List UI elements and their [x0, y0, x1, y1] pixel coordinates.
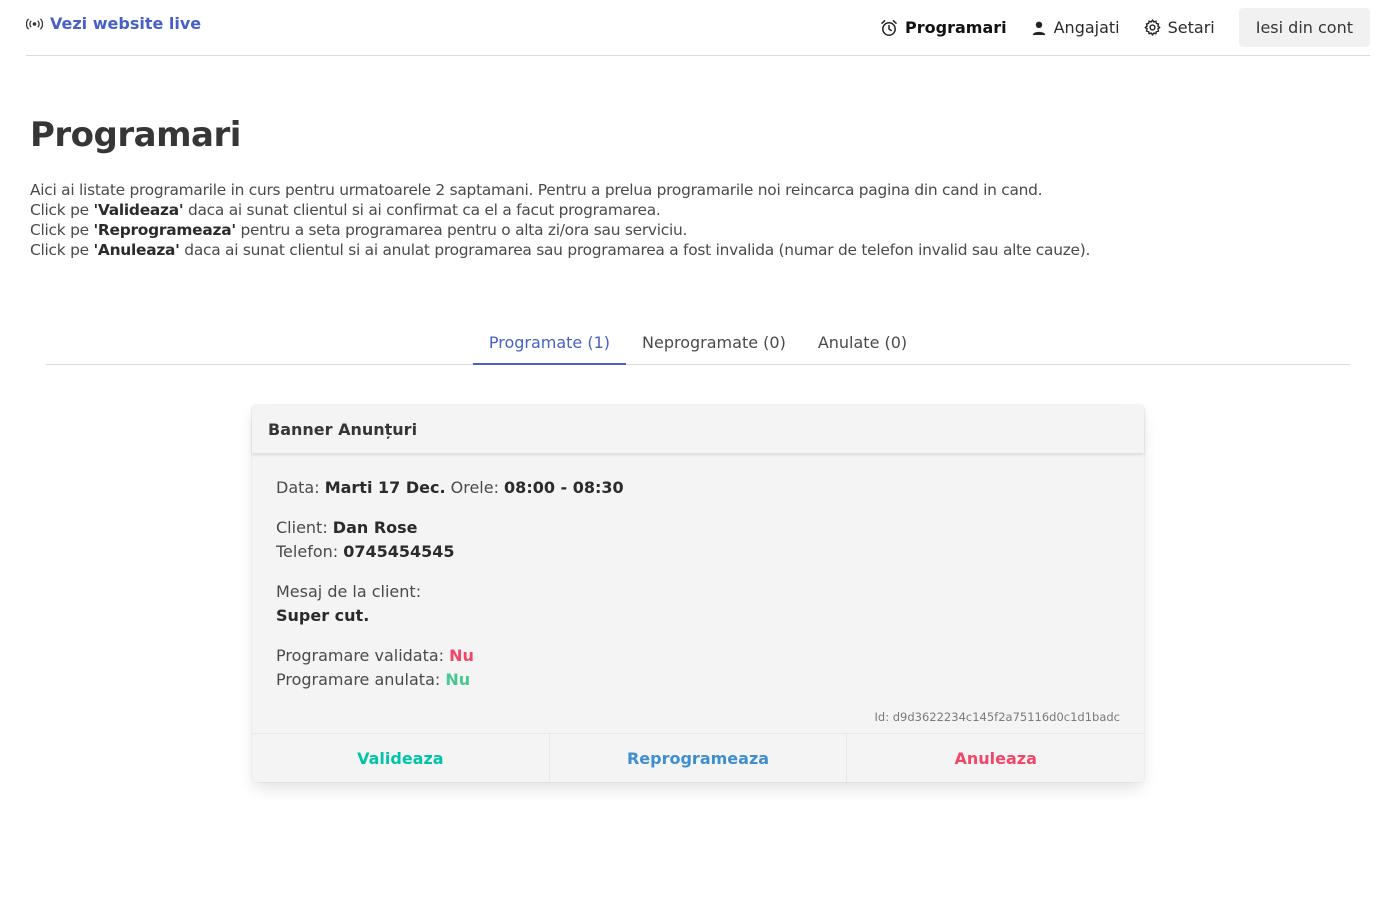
cancelled-row: Programare anulata: Nu [276, 668, 1120, 692]
status-info: Programare validata: Nu Programare anula… [276, 644, 1120, 692]
client-row: Client: Dan Rose [276, 516, 1120, 540]
message-info: Mesaj de la client: Super cut. [276, 580, 1120, 628]
live-website-link[interactable]: Vezi website live [26, 14, 201, 33]
intro-text: Aici ai listate programarile in curs pen… [30, 180, 1090, 260]
client-info: Client: Dan Rose Telefon: 0745454545 [276, 516, 1120, 564]
intro-prefix: Click pe [30, 221, 94, 239]
nav-item-label: Programari [905, 18, 1007, 37]
cancel-desc: daca ai sunat clientul si ai anulat prog… [179, 241, 1091, 259]
nav-item-angajati[interactable]: Angajati [1031, 10, 1120, 46]
logout-button[interactable]: Iesi din cont [1238, 8, 1370, 47]
phone-number: 0745454545 [343, 542, 455, 561]
tab-neprogramate[interactable]: Neprogramate (0) [626, 322, 802, 365]
date-value: Marti 17 Dec. [324, 478, 446, 497]
cancel-button[interactable]: Anuleaza [847, 734, 1144, 782]
top-navbar: Vezi website live Programari Angajati Se… [26, 6, 1370, 56]
date-row: Data: Marti 17 Dec. Orele: 08:00 - 08:30 [276, 476, 1120, 500]
intro-line-reschedule: Click pe 'Reprogrameaza' pentru a seta p… [30, 220, 1090, 240]
nav-item-setari[interactable]: Setari [1143, 10, 1215, 46]
validate-desc: daca ai sunat clientul si ai confirmat c… [183, 201, 661, 219]
gear-icon [1143, 19, 1161, 36]
message-value: Super cut. [276, 606, 370, 625]
reschedule-term: 'Reprogrameaza' [93, 221, 236, 239]
intro-line: Aici ai listate programarile in curs pen… [30, 181, 1043, 199]
validated-row: Programare validata: Nu [276, 644, 1120, 668]
card-actions: Valideaza Reprogrameaza Anuleaza [252, 733, 1144, 782]
intro-line-validate: Click pe 'Valideaza' daca ai sunat clien… [30, 200, 1090, 220]
card-title: Banner Anunțuri [252, 405, 1144, 453]
appointment-id: Id: d9d3622234c145f2a75116d0c1d1badc [874, 710, 1120, 724]
cancel-term: 'Anuleaza' [93, 241, 180, 259]
nav-menu: Programari Angajati Setari Iesi din cont [880, 8, 1370, 47]
validate-button[interactable]: Valideaza [252, 734, 550, 782]
nav-item-programari[interactable]: Programari [880, 10, 1007, 46]
validated-label: Programare validata: [276, 646, 450, 665]
hours-label: Orele: [445, 478, 505, 497]
page-title: Programari [30, 115, 241, 155]
phone-row: Telefon: 0745454545 [276, 540, 1120, 564]
appointment-card: Banner Anunțuri Data: Marti 17 Dec. Orel… [252, 405, 1144, 782]
intro-prefix: Click pe [30, 241, 94, 259]
tab-anulate[interactable]: Anulate (0) [802, 322, 923, 365]
phone-label: Telefon: [276, 542, 344, 561]
appointment-tabs: Programate (1) Neprogramate (0) Anulate … [46, 322, 1350, 365]
alarm-clock-icon [881, 19, 897, 36]
nav-item-label: Angajati [1053, 18, 1120, 37]
nav-item-label: Setari [1167, 18, 1215, 37]
client-label: Client: [276, 518, 333, 537]
client-name: Dan Rose [332, 518, 418, 537]
reschedule-button[interactable]: Reprogrameaza [550, 734, 848, 782]
broadcast-icon [26, 17, 43, 30]
message-label: Mesaj de la client: [276, 582, 422, 601]
hours-value: 08:00 - 08:30 [504, 478, 624, 497]
validate-term: 'Valideaza' [93, 201, 184, 219]
card-content: Data: Marti 17 Dec. Orele: 08:00 - 08:30… [252, 453, 1144, 692]
cancelled-label: Programare anulata: [276, 670, 446, 689]
validated-status: Nu [449, 646, 474, 665]
live-website-label: Vezi website live [50, 14, 202, 33]
intro-prefix: Click pe [30, 201, 94, 219]
tab-programate[interactable]: Programate (1) [472, 322, 627, 365]
user-icon [1032, 21, 1045, 35]
date-label: Data: [276, 478, 325, 497]
intro-line-cancel: Click pe 'Anuleaza' daca ai sunat client… [30, 240, 1090, 260]
cancelled-status: Nu [445, 670, 471, 689]
reschedule-desc: pentru a seta programarea pentru o alta … [235, 221, 688, 239]
